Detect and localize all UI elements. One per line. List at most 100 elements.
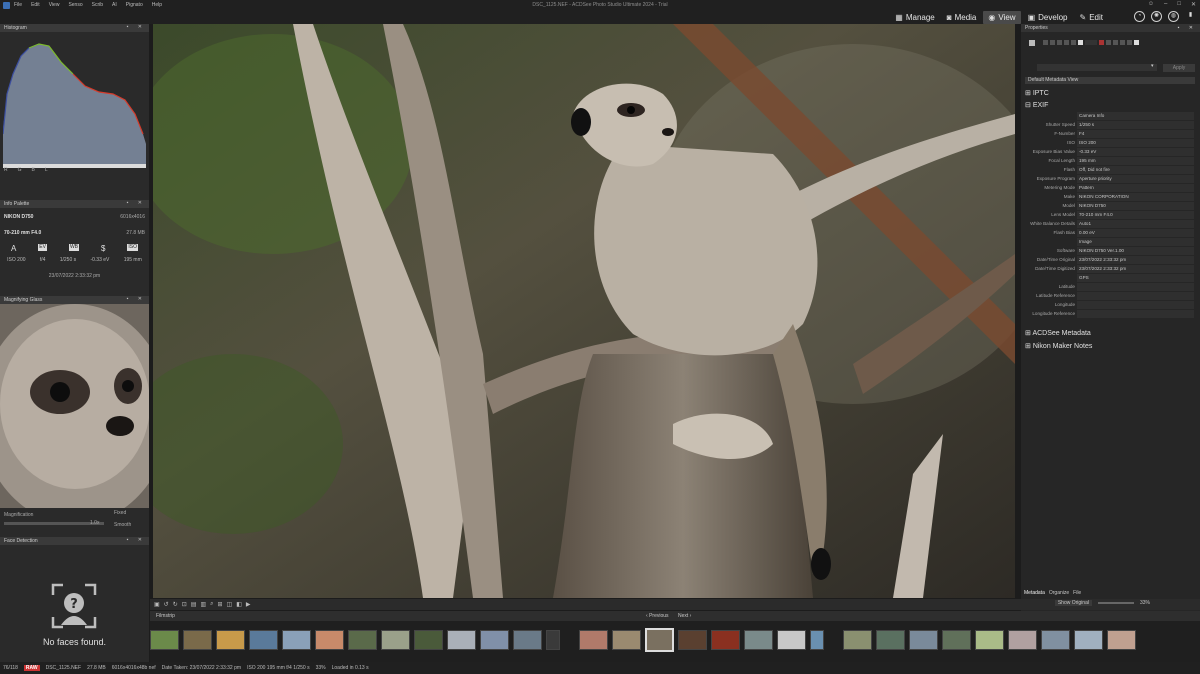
stats-icon[interactable]: ▮ <box>1185 11 1196 22</box>
exif-value[interactable]: NIKON CORPORATION <box>1077 192 1194 201</box>
next-button[interactable]: Next › <box>678 613 691 619</box>
filmstrip-thumbnail[interactable] <box>216 630 245 650</box>
exif-value[interactable]: GPS <box>1077 273 1194 282</box>
exif-value[interactable]: Image <box>1077 237 1194 246</box>
filmstrip-thumbnail[interactable] <box>315 630 344 650</box>
exif-value[interactable]: 195 mm <box>1077 156 1194 165</box>
tab-organize[interactable]: Organize <box>1049 590 1069 596</box>
exif-value[interactable]: Camera Info <box>1077 111 1194 120</box>
filmstrip-thumbnail[interactable] <box>678 630 707 650</box>
filmstrip-thumbnail[interactable] <box>876 630 905 650</box>
exif-value[interactable]: 1/250 s <box>1077 120 1194 129</box>
exif-value[interactable]: NIKON D750 Ver.1.00 <box>1077 246 1194 255</box>
exif-value[interactable]: -0.33 eV <box>1077 147 1194 156</box>
filmstrip-thumbnail[interactable] <box>282 630 311 650</box>
menu-pignato[interactable]: Pignato <box>126 2 143 8</box>
menu-view[interactable]: View <box>49 2 60 8</box>
exif-value[interactable] <box>1077 291 1194 300</box>
exif-value[interactable]: Pattern <box>1077 183 1194 192</box>
zoom-mode-select[interactable]: Show Original <box>1054 600 1092 606</box>
filmstrip-thumbnail[interactable] <box>579 630 608 650</box>
filmstrip-thumbnail[interactable] <box>942 630 971 650</box>
fixed-checkbox[interactable]: Fixed <box>114 510 126 516</box>
filmstrip-thumbnail[interactable] <box>480 630 509 650</box>
360-icon[interactable]: ◍ <box>1168 11 1179 22</box>
delete-icon[interactable]: ▥ <box>200 601 206 608</box>
panel-pin-close[interactable]: ▪ ✕ <box>127 537 146 543</box>
crop-icon[interactable]: ⊡ <box>182 601 187 608</box>
minimize-button[interactable]: – <box>1164 1 1167 8</box>
filmstrip-thumbnail[interactable] <box>645 628 674 652</box>
zoom-value[interactable]: 33% <box>1140 600 1150 606</box>
exif-value[interactable]: NIKON D750 <box>1077 201 1194 210</box>
exif-value[interactable]: F4 <box>1077 129 1194 138</box>
menu-senso[interactable]: Senso <box>68 2 82 8</box>
maximize-button[interactable]: □ <box>1177 1 1181 8</box>
exif-value[interactable]: Off, Did not fire <box>1077 165 1194 174</box>
filmstrip-thumbnail[interactable] <box>1107 630 1136 650</box>
filmstrip-thumbnail[interactable] <box>810 630 824 650</box>
menu-help[interactable]: Help <box>152 2 162 8</box>
exif-value[interactable]: Auto1 <box>1077 219 1194 228</box>
nikon-maker-notes-section[interactable]: ⊞ Nikon Maker Notes <box>1025 342 1092 350</box>
tab-file[interactable]: File <box>1073 590 1081 596</box>
check-b[interactable]: B <box>32 167 35 173</box>
filmstrip-thumbnail[interactable] <box>909 630 938 650</box>
exif-section[interactable]: ⊟ EXIF <box>1025 101 1048 109</box>
panel-pin-close[interactable]: ▪ ✕ <box>127 296 146 302</box>
user-icon[interactable]: ☺ <box>1148 1 1154 8</box>
menu-edit[interactable]: Edit <box>31 2 40 8</box>
dashboard-icon[interactable]: ◔ <box>1134 11 1145 22</box>
rotate-right-icon[interactable]: ↻ <box>173 601 178 608</box>
check-l[interactable]: L <box>45 167 48 173</box>
exif-value[interactable] <box>1077 309 1194 318</box>
filmstrip-thumbnail[interactable] <box>1074 630 1103 650</box>
mode-develop[interactable]: ▣ Develop <box>1023 11 1073 24</box>
compare-icon[interactable]: ◫ <box>227 601 233 608</box>
acdsee-metadata-section[interactable]: ⊞ ACDSee Metadata <box>1025 329 1091 337</box>
exif-value[interactable]: 23/07/2022 2:33:32 pm <box>1077 264 1194 273</box>
panel-pin-close[interactable]: ▪ ✕ <box>1178 25 1197 31</box>
mode-view[interactable]: ◉ View <box>983 10 1021 24</box>
filmstrip-thumbnail[interactable] <box>744 630 773 650</box>
mode-edit[interactable]: ✎ Edit <box>1075 11 1109 24</box>
filmstrip-thumbnail[interactable] <box>843 630 872 650</box>
filmstrip-thumbnail[interactable] <box>447 630 476 650</box>
filmstrip-thumbnail[interactable] <box>348 630 377 650</box>
menu-scrib[interactable]: Scrib <box>92 2 103 8</box>
filmstrip-thumbnail[interactable] <box>414 630 443 650</box>
check-g[interactable]: G <box>18 167 22 173</box>
exif-value[interactable]: Aperture priority <box>1077 174 1194 183</box>
mode-media[interactable]: ◙ Media <box>942 11 982 24</box>
filmstrip-thumbnail[interactable] <box>183 630 212 650</box>
zoom-slider[interactable] <box>1097 602 1134 604</box>
slideshow-icon[interactable]: ▶ <box>246 601 251 608</box>
magnification-slider[interactable] <box>4 522 104 525</box>
apply-button[interactable]: Apply <box>1163 64 1195 72</box>
exif-value[interactable]: 23/07/2022 2:33:32 pm <box>1077 255 1194 264</box>
filmstrip-thumbnail[interactable] <box>150 630 179 650</box>
filmstrip-thumbnail[interactable] <box>546 630 560 650</box>
panel-pin-close[interactable]: ▪ ✕ <box>127 200 146 206</box>
filmstrip-thumbnail[interactable] <box>612 630 641 650</box>
filmstrip-thumbnail[interactable] <box>1041 630 1070 650</box>
check-r[interactable]: R <box>4 167 8 173</box>
filmstrip-thumbnail[interactable] <box>249 630 278 650</box>
panel-pin-close[interactable]: ▪ ✕ <box>127 24 146 30</box>
fit-icon[interactable]: ⊞ <box>217 601 222 608</box>
filmstrip-thumbnail[interactable] <box>1008 630 1037 650</box>
select-checkbox[interactable] <box>1029 40 1035 46</box>
filmstrip-thumbnail[interactable] <box>777 630 806 650</box>
filmstrip-thumbnail[interactable] <box>381 630 410 650</box>
tab-metadata[interactable]: Metadata <box>1024 590 1045 596</box>
exif-value[interactable] <box>1077 282 1194 291</box>
metadata-preset-select[interactable] <box>1037 64 1157 71</box>
metadata-view-select[interactable]: Default Metadata View <box>1025 77 1195 84</box>
save-icon[interactable]: ▣ <box>154 601 160 608</box>
filmstrip-thumbnail[interactable] <box>711 630 740 650</box>
iptc-section[interactable]: ⊞ IPTC <box>1025 89 1049 97</box>
exif-value[interactable]: 70-210 mm F4.0 <box>1077 210 1194 219</box>
exif-value[interactable]: ISO 200 <box>1077 138 1194 147</box>
mode-manage[interactable]: ▦ Manage <box>890 11 939 24</box>
close-button[interactable]: ✕ <box>1191 1 1196 8</box>
